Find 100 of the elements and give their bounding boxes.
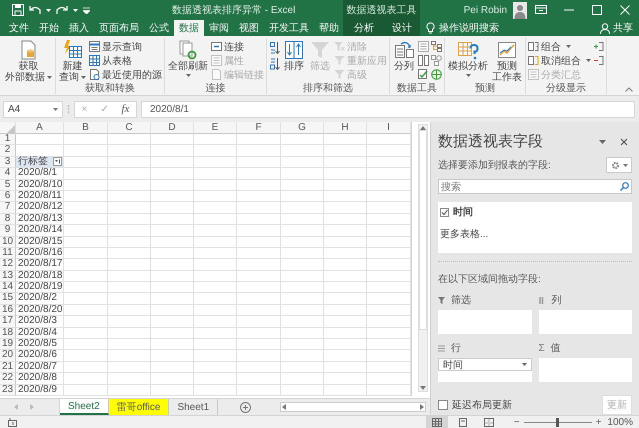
row-number[interactable]: 15 bbox=[0, 293, 16, 305]
maximize-icon[interactable] bbox=[591, 4, 603, 16]
shapes-icon[interactable] bbox=[431, 55, 442, 66]
avatar-icon[interactable] bbox=[513, 2, 527, 18]
ribbon-button[interactable]: 连接 bbox=[211, 40, 264, 53]
row-number[interactable]: 17 bbox=[0, 316, 16, 328]
ribbon-button[interactable]: 最近使用的源 bbox=[89, 68, 162, 81]
row-number[interactable]: 8 bbox=[0, 214, 16, 226]
ribbon-tab[interactable]: 插入 bbox=[64, 20, 94, 36]
zoom-out-button[interactable]: − bbox=[514, 416, 520, 428]
record-macro-icon[interactable] bbox=[8, 418, 17, 426]
ribbon-tab[interactable]: 文件 bbox=[4, 20, 34, 36]
save-icon[interactable] bbox=[12, 4, 24, 16]
row-number[interactable]: 20 bbox=[0, 350, 16, 362]
ribbon-tab[interactable]: 页面布局 bbox=[94, 20, 144, 36]
globe-icon[interactable] bbox=[431, 69, 442, 80]
ribbon-button[interactable]: 从表格 bbox=[89, 54, 162, 67]
ribbon-button[interactable]: 全部刷新 bbox=[167, 40, 209, 80]
column-header[interactable]: A bbox=[16, 122, 64, 134]
row-number[interactable]: 14 bbox=[0, 282, 16, 294]
column-header[interactable]: H bbox=[324, 122, 367, 134]
zoom-thumb[interactable] bbox=[556, 418, 560, 426]
check-icon[interactable] bbox=[418, 69, 429, 80]
scroll-down-icon[interactable] bbox=[420, 386, 426, 390]
ribbon-tab[interactable]: 公式 bbox=[144, 20, 174, 36]
row-number[interactable]: 5 bbox=[0, 180, 16, 191]
scroll-right-icon[interactable] bbox=[420, 404, 424, 410]
row-number[interactable]: 6 bbox=[0, 190, 16, 202]
close-icon[interactable] bbox=[620, 138, 628, 146]
minus-icon[interactable] bbox=[593, 55, 604, 66]
more-tables-link[interactable]: 更多表格... bbox=[440, 227, 630, 241]
row-number[interactable]: 4 bbox=[0, 168, 16, 180]
ribbon-button[interactable]: 排序 bbox=[282, 40, 306, 72]
undo-icon[interactable] bbox=[29, 5, 41, 15]
column-header[interactable]: G bbox=[281, 122, 324, 134]
column-header[interactable]: I bbox=[367, 122, 411, 134]
horizontal-scrollbar[interactable] bbox=[280, 402, 426, 412]
tell-me-search[interactable]: 操作说明搜索 bbox=[439, 21, 499, 35]
row-number[interactable]: 23 bbox=[0, 384, 16, 396]
normal-view-button[interactable] bbox=[426, 416, 448, 428]
ribbon-tab[interactable]: 审阅 bbox=[204, 20, 234, 36]
ribbon-button[interactable]: 取消组合 bbox=[528, 54, 591, 67]
sort-descending-icon[interactable] bbox=[269, 57, 280, 70]
hierarchy-icon[interactable] bbox=[431, 41, 442, 52]
ribbon-button[interactable]: 组合 bbox=[528, 40, 591, 53]
row-number[interactable]: 7 bbox=[0, 202, 16, 214]
field-chip[interactable]: 时间 bbox=[438, 358, 532, 371]
ribbon-tab[interactable]: 数据 bbox=[174, 20, 204, 36]
caret-icon[interactable] bbox=[46, 8, 51, 12]
scroll-left-icon[interactable] bbox=[282, 404, 286, 410]
ribbon-button[interactable]: 分列 bbox=[392, 40, 416, 72]
checkbox[interactable] bbox=[438, 400, 448, 410]
caret-icon[interactable] bbox=[73, 8, 78, 12]
settings-button[interactable] bbox=[606, 157, 632, 173]
ribbon-button[interactable]: 获取 外部数据 bbox=[4, 40, 53, 83]
row-number[interactable]: 1 bbox=[0, 134, 16, 146]
row-number[interactable]: 9 bbox=[0, 225, 16, 237]
sort-ascending-icon[interactable] bbox=[269, 41, 280, 54]
ribbon-tab[interactable]: 开始 bbox=[34, 20, 64, 36]
row-number[interactable]: 2 bbox=[0, 145, 16, 157]
insert-function-button[interactable]: fx bbox=[122, 103, 130, 115]
ribbon-display-icon[interactable] bbox=[535, 4, 547, 16]
column-header[interactable]: E bbox=[194, 122, 237, 134]
dropdown-icon[interactable] bbox=[599, 140, 606, 144]
name-box[interactable]: A4 bbox=[3, 100, 63, 118]
filter-dropdown-button[interactable] bbox=[53, 157, 62, 166]
column-header[interactable]: D bbox=[151, 122, 194, 134]
ribbon-button[interactable]: 模拟分析 bbox=[447, 40, 489, 80]
customize-icon[interactable] bbox=[83, 6, 90, 14]
sheet-tab[interactable]: Sheet2 bbox=[60, 399, 109, 415]
checkbox[interactable] bbox=[440, 208, 449, 216]
row-number[interactable]: 22 bbox=[0, 373, 16, 385]
vertical-scrollbar[interactable] bbox=[418, 124, 428, 392]
column-header[interactable]: B bbox=[64, 122, 108, 134]
ribbon-tab[interactable]: 视图 bbox=[234, 20, 264, 36]
zoom-in-button[interactable]: + bbox=[596, 416, 602, 428]
column-header[interactable]: F bbox=[237, 122, 281, 134]
plus-icon[interactable] bbox=[593, 41, 604, 52]
row-number[interactable]: 13 bbox=[0, 270, 16, 282]
ribbon-tab[interactable]: 帮助 bbox=[314, 20, 344, 36]
row-number[interactable]: 11 bbox=[0, 248, 16, 260]
formula-field[interactable]: 2020/8/1 bbox=[141, 100, 635, 118]
share-button[interactable]: 共享 bbox=[600, 21, 633, 35]
ribbon-tab[interactable]: 开发工具 bbox=[264, 20, 314, 36]
collapse-ribbon-icon[interactable] bbox=[625, 87, 633, 92]
row-number[interactable]: 12 bbox=[0, 259, 16, 271]
search-field[interactable]: 搜索 bbox=[438, 179, 632, 194]
ribbon-button[interactable]: 新建 查询 bbox=[58, 40, 87, 83]
row-number[interactable]: 3 bbox=[0, 156, 16, 168]
ribbon-button[interactable]: 显示查询 bbox=[89, 40, 162, 53]
row-number[interactable]: 18 bbox=[0, 328, 16, 340]
redo-icon[interactable] bbox=[56, 5, 68, 15]
row-number[interactable]: 16 bbox=[0, 304, 16, 316]
row-number[interactable]: 19 bbox=[0, 339, 16, 350]
column-header[interactable]: C bbox=[108, 122, 151, 134]
field-label[interactable]: 时间 bbox=[453, 205, 473, 219]
ribbon-button[interactable]: 预测 工作表 bbox=[491, 40, 523, 83]
sheet-tab[interactable]: 雷哥office bbox=[108, 399, 170, 415]
row-number[interactable]: 21 bbox=[0, 362, 16, 374]
columns-icon[interactable] bbox=[418, 55, 429, 66]
